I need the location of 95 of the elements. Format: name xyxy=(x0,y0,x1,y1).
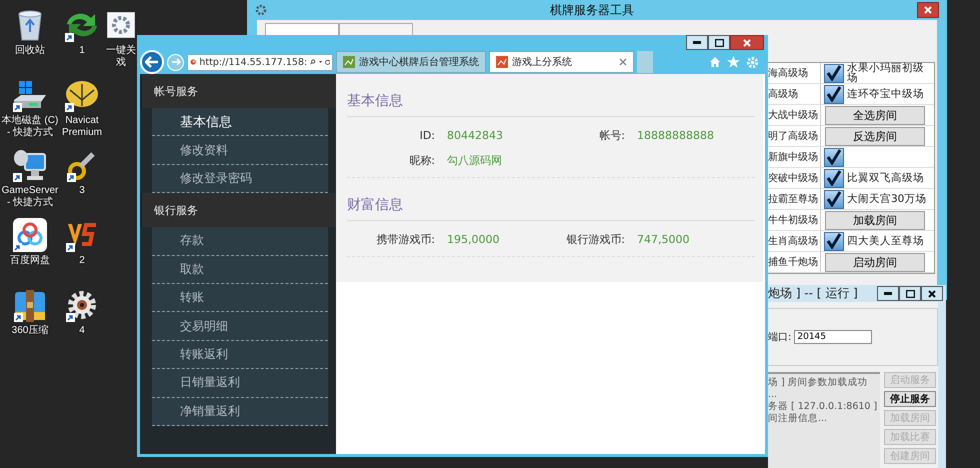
sidebar-item[interactable]: 修改资料 xyxy=(152,136,328,165)
gear-window-icon xyxy=(107,12,135,38)
log-line: 间注册信息... xyxy=(768,413,828,425)
close-icon xyxy=(743,38,751,46)
maximize-icon xyxy=(714,38,724,46)
minimize-button[interactable] xyxy=(686,35,708,50)
port-input-field[interactable]: 20145 xyxy=(794,330,872,344)
checkbox[interactable] xyxy=(824,168,844,188)
close-icon xyxy=(928,290,936,298)
sidebar-section-header[interactable]: 帐号服务 xyxy=(140,74,336,108)
archive-icon xyxy=(14,288,46,322)
recycle-bin-icon xyxy=(16,9,44,41)
room-label-cell-text: 大闹天宫30万场 xyxy=(847,194,928,204)
checkbox[interactable] xyxy=(824,148,844,166)
desktop-icon-label[interactable]: 本地磁盘 (C) - 快捷方式 xyxy=(2,115,58,139)
desktop-icon-label[interactable]: 360压缩 xyxy=(12,325,48,337)
room-label-cell-text: 四大美人至尊场 xyxy=(847,236,925,246)
browser-tab[interactable]: 游戏中心棋牌后台管理系统 xyxy=(336,51,486,73)
key-icon xyxy=(67,149,97,181)
page-icon xyxy=(343,56,355,68)
minimize-icon xyxy=(884,292,892,295)
url-text: http://114.55.177.158: xyxy=(199,56,308,68)
desktop-icon-label[interactable]: 2 xyxy=(79,255,85,267)
browser-tab[interactable]: 游戏上分系统 xyxy=(489,51,634,73)
desktop-icon-label[interactable]: Navicat Premium xyxy=(62,115,102,139)
sidebar-item[interactable]: 基本信息 xyxy=(152,108,328,136)
room-label-cell-text: 比翼双飞高级场 xyxy=(847,172,925,184)
desktop-icon-label[interactable]: 3 xyxy=(79,185,85,197)
back-arrow-icon xyxy=(145,56,159,68)
field-value: 747,5000 xyxy=(637,233,690,246)
desktop-icon-label[interactable]: 一键关 戏 xyxy=(106,45,136,69)
field-value: 勾八源码网 xyxy=(447,153,503,168)
sidebar-section-header[interactable]: 银行服务 xyxy=(140,193,336,228)
forward-arrow-icon xyxy=(170,58,180,66)
sidebar-item[interactable]: 取款 xyxy=(152,256,328,284)
checkbox[interactable] xyxy=(824,232,844,250)
desktop-icon-label[interactable]: 4 xyxy=(79,325,85,337)
star-icon[interactable] xyxy=(727,56,740,68)
window-title: 棋牌服务器工具 xyxy=(549,2,635,18)
close-button[interactable] xyxy=(917,2,939,18)
close-icon xyxy=(924,6,932,14)
checkbox[interactable] xyxy=(824,190,844,208)
drive-icon xyxy=(13,80,47,110)
sidebar-item[interactable]: 存款 xyxy=(152,227,328,256)
section-heading: 财富信息 xyxy=(347,178,755,221)
minimize-icon xyxy=(693,41,701,44)
field-label: 携带游戏币: xyxy=(375,232,435,247)
maximize-button[interactable] xyxy=(708,35,730,50)
back-button[interactable] xyxy=(140,50,164,74)
sidebar-item[interactable]: 净销量返利 xyxy=(152,398,328,426)
close-tab-icon[interactable] xyxy=(619,58,627,66)
field-label: 帐号: xyxy=(598,128,625,143)
field-label: 昵称: xyxy=(408,153,435,168)
maximize-icon xyxy=(906,290,914,298)
field-value: 18888888888 xyxy=(637,129,715,142)
log-line: 务器 [ 127.0.0.1:8610 ] xyxy=(768,401,878,413)
sidebar-item[interactable]: 转账返利 xyxy=(152,340,328,370)
desktop-icon-label[interactable]: 回收站 xyxy=(15,45,45,57)
leaf-cluster-icon xyxy=(65,80,99,110)
desktop-icon-label[interactable]: 1 xyxy=(79,45,85,57)
maximize-button[interactable] xyxy=(899,286,921,301)
sidebar-item[interactable]: 交易明细 xyxy=(152,312,328,341)
port-label: 端口: xyxy=(768,330,792,344)
section-heading: 基本信息 xyxy=(347,74,755,117)
desktop-icon-label[interactable]: GameServer - 快捷方式 xyxy=(2,185,58,209)
field-label: ID: xyxy=(418,129,435,142)
server-computer-icon xyxy=(13,148,47,182)
service-button[interactable]: 停止服务 xyxy=(884,391,936,407)
log-line: 场 ] 房间参数加载成功 xyxy=(768,377,869,389)
refresh-icon xyxy=(324,57,330,67)
dropdown-caret-icon xyxy=(318,60,322,64)
page-icon xyxy=(496,56,508,68)
address-bar[interactable]: http://114.55.177.158: xyxy=(187,54,333,70)
room-action-button[interactable]: 加载房间 xyxy=(825,210,925,230)
search-icon xyxy=(310,57,316,67)
room-action-button[interactable]: 反选房间 xyxy=(825,126,925,146)
field-label: 银行游戏币: xyxy=(565,232,625,247)
minimize-button[interactable] xyxy=(877,286,899,301)
checkbox[interactable] xyxy=(824,84,844,104)
field-value: 195,0000 xyxy=(447,233,500,246)
room-label-cell-text: 水果小玛丽初级场 xyxy=(847,62,925,84)
cloud-app-icon xyxy=(13,218,47,252)
room-action-button[interactable]: 全选房间 xyxy=(825,106,925,124)
sidebar-item[interactable]: 日销量返利 xyxy=(152,369,328,398)
sidebar-item[interactable]: 转账 xyxy=(152,284,328,312)
desktop-icon-label[interactable]: 百度网盘 xyxy=(10,255,50,267)
log-line: ... xyxy=(768,389,778,401)
close-button[interactable] xyxy=(730,35,764,50)
settings-icon xyxy=(255,4,267,16)
room-label-cell-text: 连环夺宝中级场 xyxy=(847,88,925,100)
window-title: 炮场 ] -- [ 运行 ] xyxy=(768,285,858,302)
room-action-button[interactable]: 启动房间 xyxy=(825,252,925,272)
checkbox[interactable] xyxy=(824,64,844,82)
close-button[interactable] xyxy=(921,286,943,301)
field-value: 80442843 xyxy=(447,129,504,142)
